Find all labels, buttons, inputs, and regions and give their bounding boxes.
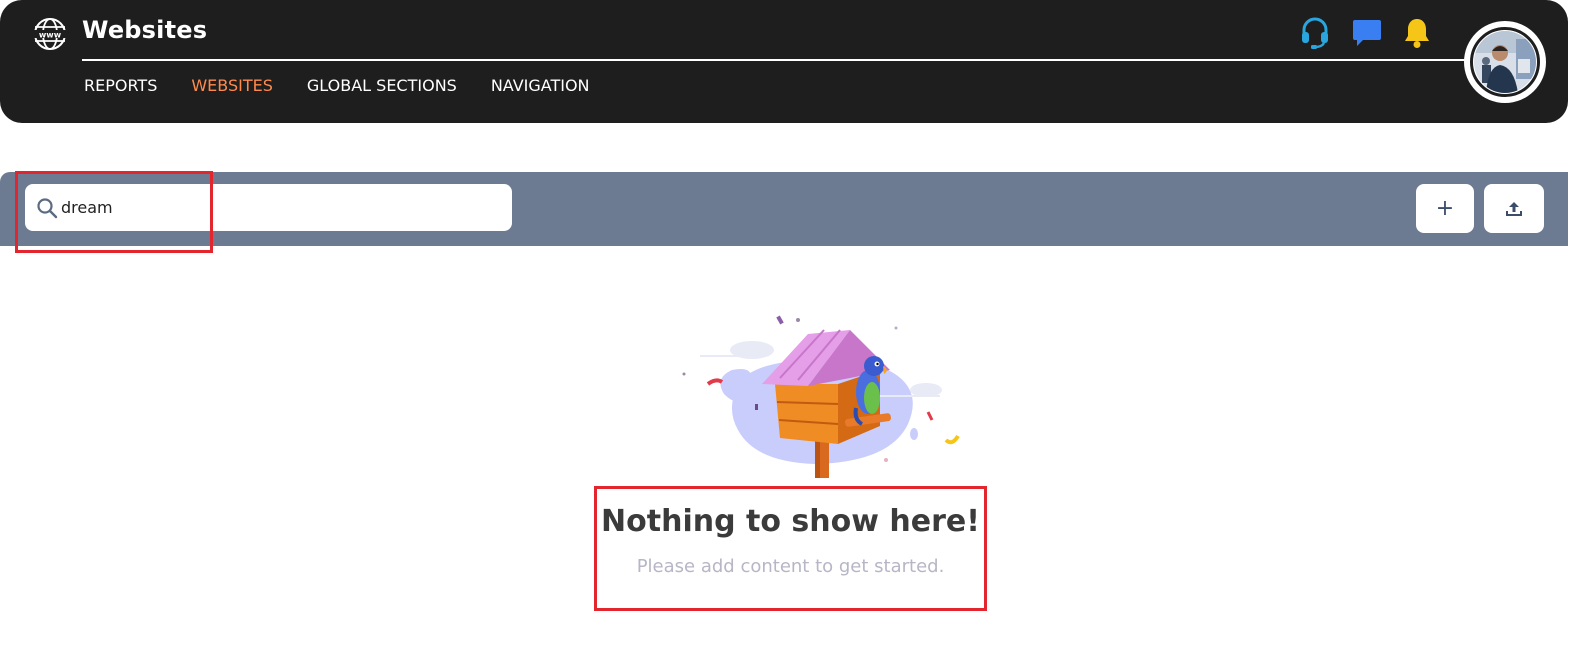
upload-icon (1506, 201, 1522, 216)
top-header (0, 0, 1568, 123)
add-button[interactable]: + (1416, 184, 1474, 233)
main-nav: REPORTS WEBSITES GLOBAL SECTIONS NAVIGAT… (84, 76, 590, 95)
avatar-photo (1474, 31, 1536, 93)
svg-text:www: www (39, 31, 62, 40)
nav-websites[interactable]: WEBSITES (191, 76, 273, 95)
header-divider (82, 59, 1472, 61)
nav-global-sections[interactable]: GLOBAL SECTIONS (307, 76, 457, 95)
bell-icon[interactable] (1402, 17, 1432, 49)
search-input[interactable] (61, 192, 491, 222)
toolbar: + (0, 172, 1568, 246)
headset-icon[interactable] (1300, 17, 1330, 49)
nav-reports[interactable]: REPORTS (84, 76, 157, 95)
user-avatar[interactable] (1464, 21, 1546, 103)
chat-icon[interactable] (1352, 17, 1382, 49)
empty-state-subtitle: Please add content to get started. (636, 556, 945, 577)
search-box[interactable] (25, 184, 512, 231)
empty-state-title: Nothing to show here! (601, 504, 980, 539)
avatar-ring (1470, 27, 1540, 97)
search-icon (37, 198, 58, 219)
globe-icon: www (33, 18, 67, 50)
nav-navigation[interactable]: NAVIGATION (491, 76, 590, 95)
app-title: Websites (82, 16, 208, 44)
upload-button[interactable] (1484, 184, 1544, 233)
birdhouse-parrot-illustration (682, 315, 960, 478)
plus-icon: + (1435, 195, 1455, 221)
